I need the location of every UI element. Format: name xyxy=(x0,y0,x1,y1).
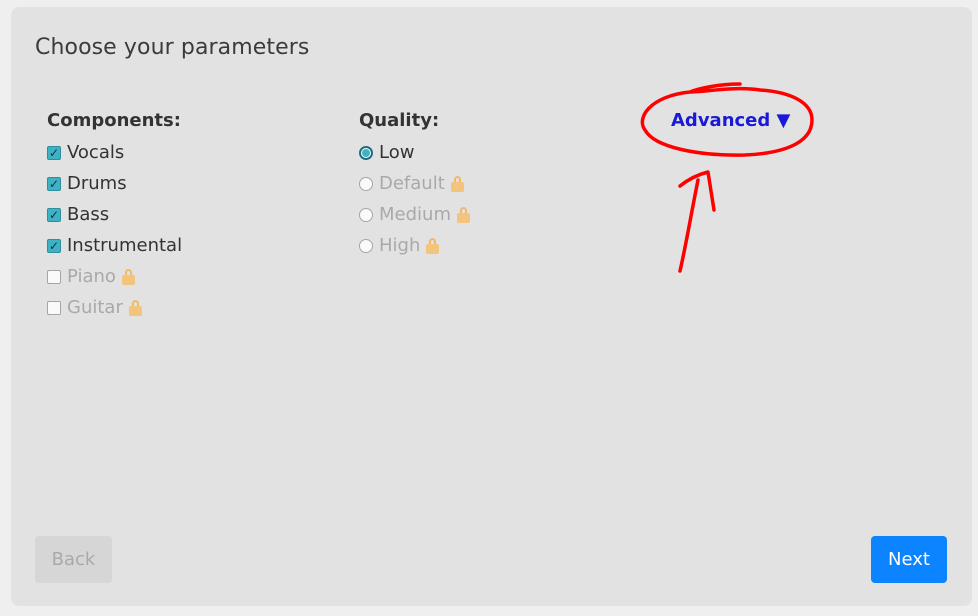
component-label: Bass xyxy=(67,204,110,225)
back-button: Back xyxy=(35,536,112,583)
component-label: Instrumental xyxy=(67,235,183,256)
quality-label: Medium xyxy=(379,204,451,225)
checkbox-checked[interactable]: ✓ xyxy=(47,145,61,160)
quality-option-high: High xyxy=(359,230,470,261)
lock-icon xyxy=(121,268,135,285)
radio-selected[interactable] xyxy=(359,145,373,160)
component-option-drums[interactable]: ✓ Drums xyxy=(47,168,182,199)
parameters-panel: Choose your parameters Components: ✓ Voc… xyxy=(11,7,972,606)
next-button[interactable]: Next xyxy=(871,536,947,583)
radio-disabled xyxy=(359,207,373,222)
checkbox-disabled xyxy=(47,300,61,315)
quality-label: Default xyxy=(379,173,445,194)
radio-disabled xyxy=(359,238,373,253)
component-option-vocals[interactable]: ✓ Vocals xyxy=(47,137,182,168)
component-option-piano: Piano xyxy=(47,261,182,292)
component-option-bass[interactable]: ✓ Bass xyxy=(47,199,182,230)
component-option-guitar: Guitar xyxy=(47,292,182,323)
lock-icon xyxy=(128,299,142,316)
quality-group: Quality: Low Default Medium High xyxy=(359,107,470,261)
components-group: Components: ✓ Vocals ✓ Drums ✓ Bass ✓ In… xyxy=(47,107,182,323)
lock-icon xyxy=(426,237,440,254)
quality-label: Low xyxy=(379,142,415,163)
quality-label: High xyxy=(379,235,421,256)
advanced-toggle[interactable]: Advanced ▼ xyxy=(671,107,790,135)
component-option-instrumental[interactable]: ✓ Instrumental xyxy=(47,230,182,261)
page-title: Choose your parameters xyxy=(35,35,310,60)
lock-icon xyxy=(456,206,470,223)
quality-option-medium: Medium xyxy=(359,199,470,230)
checkbox-checked[interactable]: ✓ xyxy=(47,238,61,253)
checkbox-checked[interactable]: ✓ xyxy=(47,176,61,191)
component-label: Vocals xyxy=(67,142,125,163)
quality-heading: Quality: xyxy=(359,110,440,131)
radio-disabled xyxy=(359,176,373,191)
component-label: Drums xyxy=(67,173,127,194)
checkbox-disabled xyxy=(47,269,61,284)
components-heading: Components: xyxy=(47,110,181,131)
checkbox-checked[interactable]: ✓ xyxy=(47,207,61,222)
component-label: Piano xyxy=(67,266,116,287)
lock-icon xyxy=(450,175,464,192)
quality-option-low[interactable]: Low xyxy=(359,137,470,168)
quality-option-default: Default xyxy=(359,168,470,199)
component-label: Guitar xyxy=(67,297,123,318)
